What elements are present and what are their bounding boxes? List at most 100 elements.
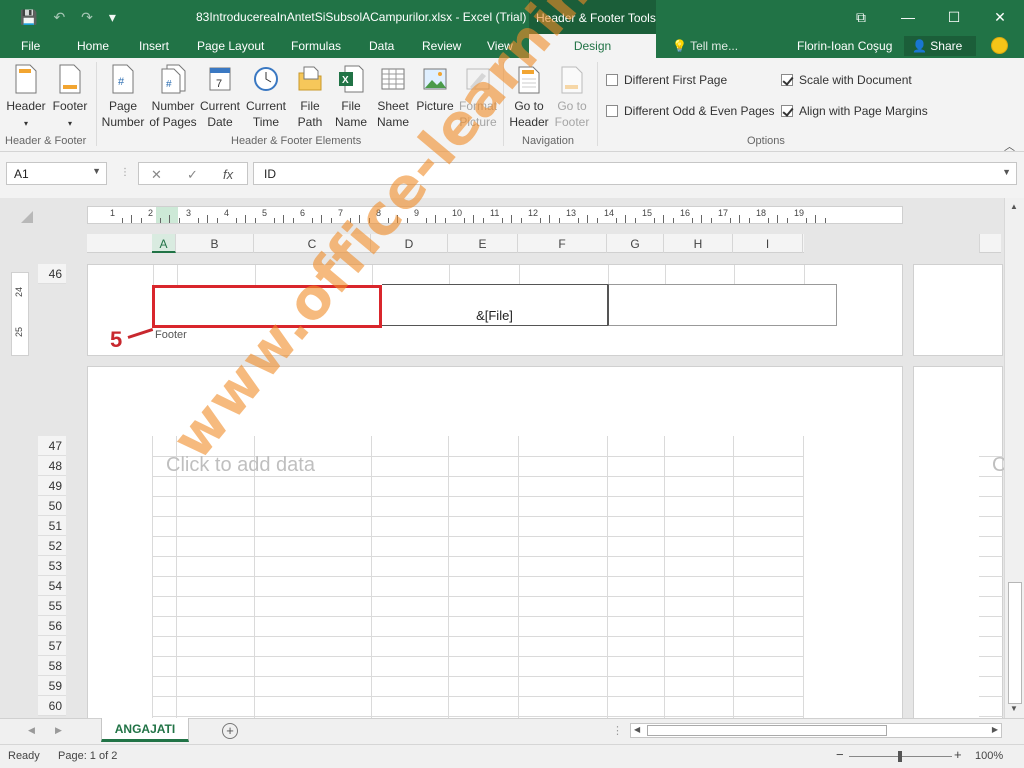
share-button[interactable]: 👤 Share [904,36,976,56]
footer-right-section[interactable] [608,284,837,326]
next-sheet-icon[interactable]: ▶ [55,725,62,736]
scroll-up-icon[interactable]: ▲ [1010,202,1018,211]
row-header[interactable]: 48 [38,456,66,476]
page-number-button[interactable]: # Page Number [101,63,145,130]
go-to-footer-button[interactable]: Go to Footer [552,63,592,130]
grid-line [803,436,804,718]
close-button[interactable]: ✕ [989,6,1011,28]
row-header[interactable]: 46 [38,264,66,284]
chevron-down-icon[interactable]: ▼ [92,166,101,176]
ruler-tick [824,218,826,223]
footer-label: Footer [155,329,187,341]
horizontal-scrollbar[interactable]: ◀ ▶ [630,723,1002,738]
file-name-button[interactable]: X File Name [334,63,368,130]
tab-insert[interactable]: Insert [139,39,169,53]
group-separator [597,62,598,146]
user-name[interactable]: Florin-Ioan Coşug [797,39,892,53]
scroll-left-icon[interactable]: ◀ [634,725,640,734]
click-to-add-data-placeholder[interactable]: Click to add data [166,454,315,477]
current-date-button[interactable]: 7 Current Date [199,63,241,130]
header-button[interactable]: Header ▾ [6,63,46,132]
scroll-down-icon[interactable]: ▼ [1010,704,1018,713]
column-header-g[interactable]: G [607,234,664,253]
add-sheet-icon[interactable]: + [222,723,238,739]
tab-page-layout[interactable]: Page Layout [197,39,264,53]
select-all-corner[interactable] [21,211,33,223]
row-header[interactable]: 58 [38,656,66,676]
row-header[interactable]: 57 [38,636,66,656]
tab-review[interactable]: Review [422,39,461,53]
save-icon[interactable]: 💾 [20,9,37,26]
ruler-tick [169,218,170,223]
undo-icon[interactable]: ↶ [53,9,65,26]
insert-function-icon[interactable]: fx [223,167,233,182]
different-odd-even-option[interactable]: Different Odd & Even Pages [606,104,775,118]
prev-sheet-icon[interactable]: ◀ [28,725,35,736]
hscroll-thumb[interactable] [647,725,887,736]
tab-formulas[interactable]: Formulas [291,39,341,53]
ruler-number: 15 [642,208,653,218]
ribbon-display-icon[interactable]: ⧉ [850,6,872,28]
tell-me-search[interactable]: 💡 Tell me... [672,39,738,53]
tab-home[interactable]: Home [77,39,109,53]
column-header-b[interactable]: B [176,234,254,253]
scale-with-document-checkbox[interactable] [781,74,793,86]
row-header[interactable]: 49 [38,476,66,496]
lightbulb-icon: 💡 [672,39,687,53]
feedback-smiley-icon[interactable] [991,37,1008,54]
folder-icon [298,66,322,91]
column-header-i[interactable]: I [733,234,803,253]
column-header-e[interactable]: E [448,234,518,253]
footer-center-section[interactable]: &[File] [382,284,608,326]
zoom-level[interactable]: 100% [975,750,1003,762]
align-with-margins-option[interactable]: Align with Page Margins [781,104,928,118]
zoom-in-button[interactable]: + [954,747,962,762]
worksheet-area[interactable]: 1 2 3 4 5 6 7 8 9 10 11 12 13 14 15 16 17 18 19 ABCDEFGHI … [0,198,1004,718]
minimize-button[interactable]: — [897,6,919,28]
align-with-margins-checkbox[interactable] [781,105,793,117]
row-header[interactable]: 56 [38,616,66,636]
current-time-button[interactable]: Current Time [244,63,288,130]
tab-split-grip[interactable]: ⋮ [612,724,623,737]
different-first-page-option[interactable]: Different First Page [606,73,727,87]
row-header[interactable]: 52 [38,536,66,556]
sheet-tab-angajati[interactable]: ANGAJATI [101,718,189,742]
sheet-name-button[interactable]: Sheet Name [376,63,410,130]
different-odd-even-checkbox[interactable] [606,105,618,117]
name-box[interactable]: A1 ▼ [6,162,107,185]
file-path-button[interactable]: File Path [294,63,326,130]
row-header[interactable]: 53 [38,556,66,576]
row-header[interactable]: 51 [38,516,66,536]
scale-with-document-option[interactable]: Scale with Document [781,73,912,87]
scroll-thumb[interactable] [1008,582,1022,704]
tab-file[interactable]: File [21,39,40,53]
scroll-right-icon[interactable]: ▶ [992,725,998,734]
restore-button[interactable]: ☐ [943,6,965,28]
row-header[interactable]: 50 [38,496,66,516]
zoom-out-button[interactable]: − [836,747,844,762]
cancel-icon[interactable]: ✕ [151,167,162,183]
expand-formula-icon[interactable]: ▼ [1002,167,1011,177]
formula-bar-grip[interactable]: ⋮ [120,167,130,178]
zoom-slider-knob[interactable] [898,751,902,762]
column-header-a[interactable]: A [152,234,176,253]
row-header[interactable]: 47 [38,436,66,456]
vertical-scrollbar[interactable]: ▲ ▼ [1004,198,1024,718]
quick-access-toolbar: 💾 ↶ ↷ ▾ [20,6,132,28]
row-header[interactable]: 60 [38,696,66,716]
different-first-page-label: Different First Page [624,73,728,87]
click-to-add-data-placeholder-next[interactable]: C [992,454,1004,477]
row-header[interactable]: 55 [38,596,66,616]
redo-icon[interactable]: ↷ [81,9,93,26]
tab-data[interactable]: Data [369,39,394,53]
row-header[interactable]: 59 [38,676,66,696]
column-header-f[interactable]: F [518,234,607,253]
ruler-number: 5 [262,208,268,218]
different-first-page-checkbox[interactable] [606,74,618,86]
enter-icon[interactable]: ✓ [187,167,198,183]
customize-qat-icon[interactable]: ▾ [109,9,116,26]
column-header-h[interactable]: H [664,234,733,253]
row-header[interactable]: 54 [38,576,66,596]
footer-button[interactable]: Footer ▾ [50,63,90,132]
number-of-pages-button[interactable]: # Number of Pages [149,63,197,130]
